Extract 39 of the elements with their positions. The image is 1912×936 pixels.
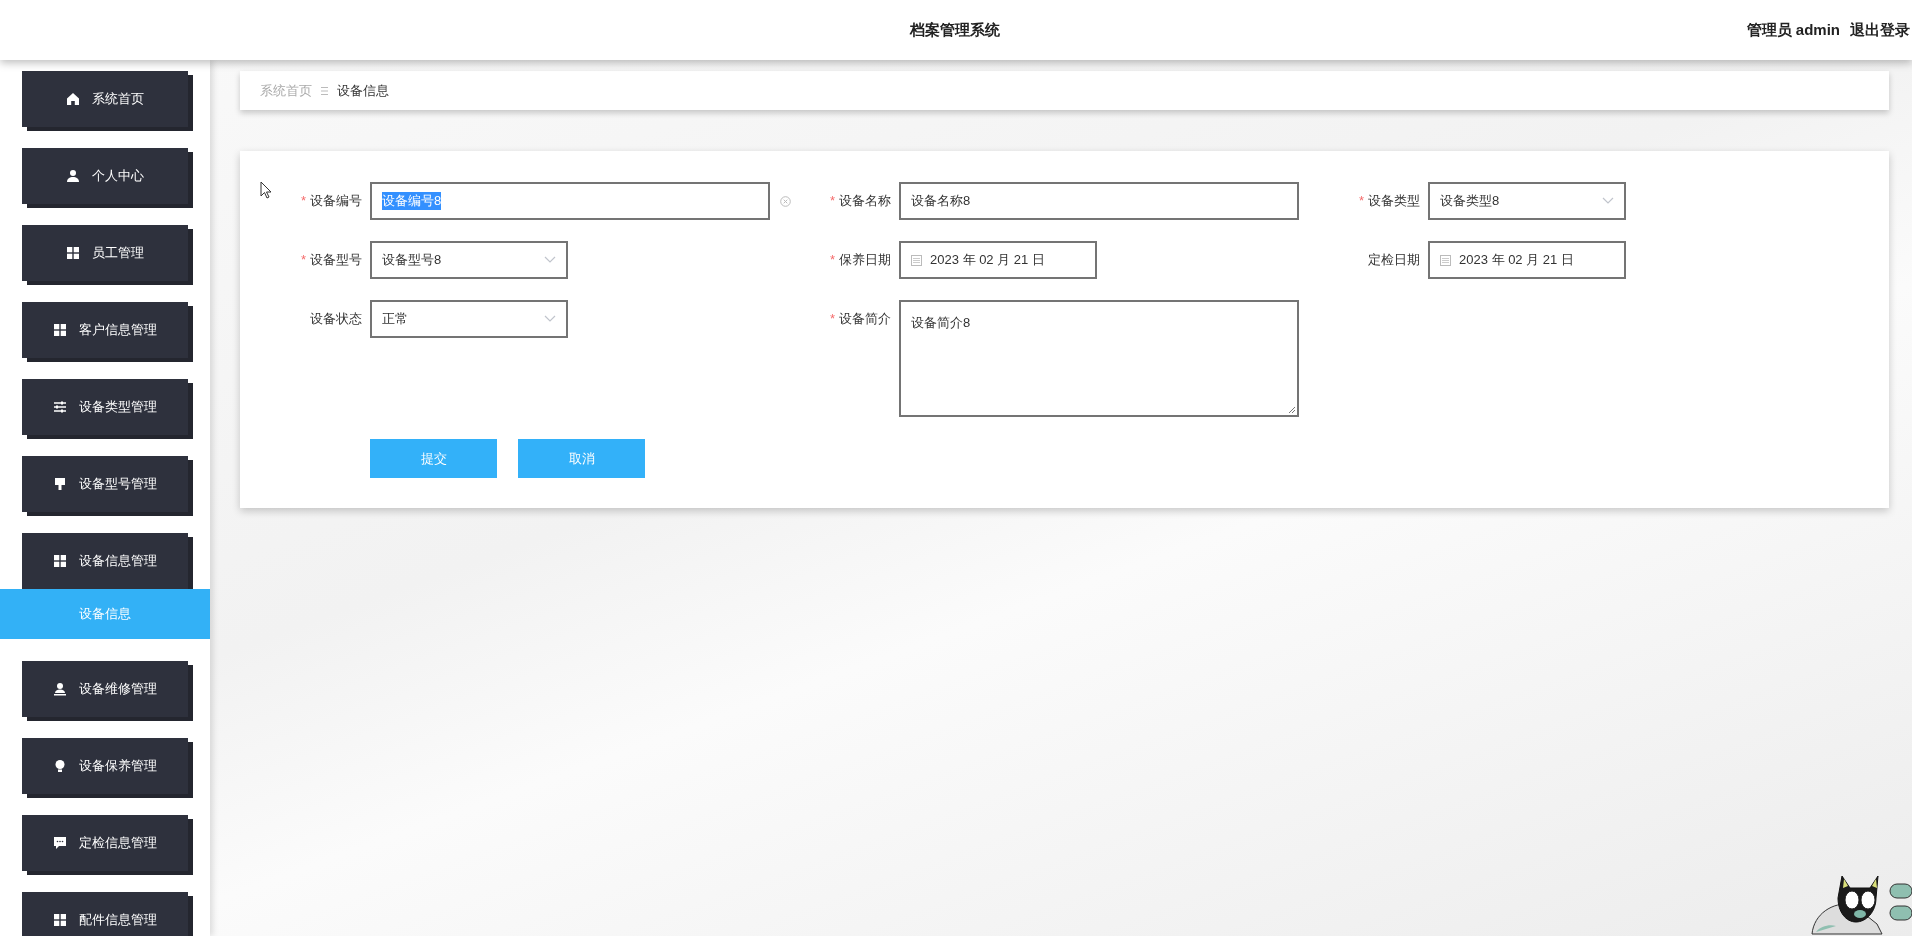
user-label: 管理员 admin [1746, 20, 1840, 40]
chevron-down-icon [544, 256, 556, 264]
field-label: * 设备名称 [829, 192, 891, 210]
separator-icon [320, 85, 329, 96]
calendar-icon [911, 254, 922, 266]
chevron-down-icon [1602, 197, 1614, 205]
select-field[interactable]: 设备类型8 [1428, 182, 1626, 220]
input-field[interactable]: 设备名称8 [899, 182, 1299, 220]
date-field[interactable]: 2023 年 02 月 21 日 [1428, 241, 1626, 279]
sliders-icon [53, 400, 67, 414]
calendar-icon [1440, 254, 1451, 266]
home-icon [66, 92, 80, 106]
select-field[interactable]: 正常 [370, 300, 568, 338]
bulb-icon [53, 759, 67, 773]
field-label: 设备状态 [310, 310, 362, 328]
breadcrumb-item: 设备信息 [337, 81, 389, 100]
resize-grip-icon [1288, 406, 1296, 414]
grid-icon [53, 913, 67, 927]
field-label: 定检日期 [1368, 251, 1420, 269]
stamp-icon [53, 682, 67, 696]
field-label: * 设备类型 [1358, 192, 1420, 210]
select-field[interactable]: 设备型号8 [370, 241, 568, 279]
chevron-down-icon [544, 315, 556, 323]
field-label: * 保养日期 [829, 251, 891, 269]
date-field[interactable]: 2023 年 02 月 21 日 [899, 241, 1097, 279]
field-label: * 设备简介 [829, 310, 891, 328]
field-label: * 设备型号 [300, 251, 362, 269]
textarea-field[interactable]: 设备简介8 [899, 300, 1299, 417]
logout-link[interactable]: 退出登录 [1850, 20, 1910, 40]
field-label: * 设备编号 [300, 192, 362, 210]
grid-icon [66, 246, 80, 260]
grid-icon [53, 323, 67, 337]
app-title: 档案管理系统 [910, 20, 1000, 40]
cursor-icon [260, 181, 272, 199]
clear-icon[interactable] [780, 195, 791, 207]
brush-icon [53, 477, 67, 491]
user-icon [66, 169, 80, 183]
grid-icon [53, 554, 67, 568]
chat-icon [53, 836, 67, 850]
